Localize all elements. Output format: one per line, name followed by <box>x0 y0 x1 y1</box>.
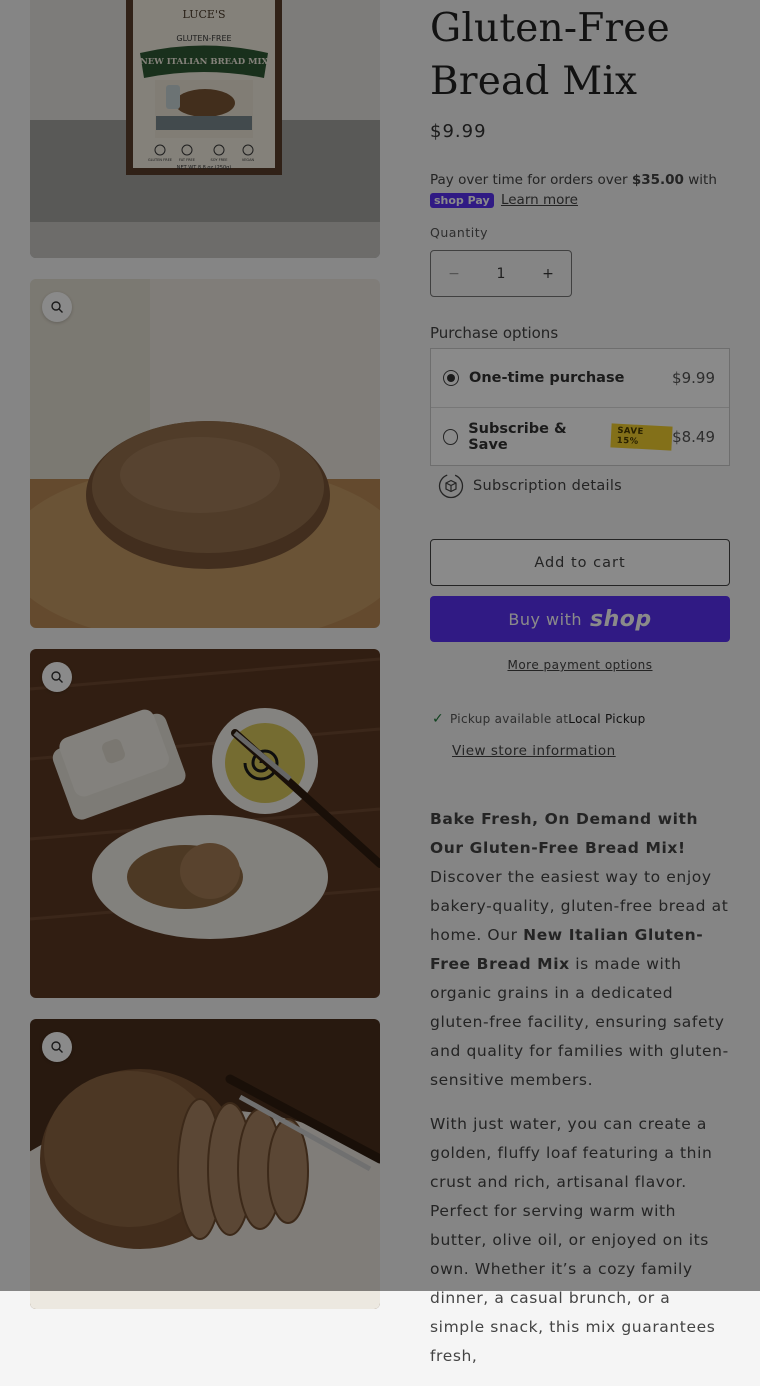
product-image-sliced[interactable] <box>30 1019 380 1309</box>
option-name: Subscribe & Save <box>468 421 567 453</box>
learn-more-link[interactable]: Learn more <box>501 192 578 208</box>
purchase-options: One-time purchase $9.99 Subscribe & Save… <box>430 348 730 466</box>
buy-with-label: Buy with <box>508 609 582 629</box>
package-brand: LUCE'S <box>183 8 226 21</box>
package-label-1: GLUTEN FREE <box>148 158 172 162</box>
zoom-icon[interactable] <box>42 662 72 692</box>
product-image-loaf[interactable] <box>30 279 380 628</box>
quantity-stepper: − 1 + <box>430 250 572 297</box>
radio-unselected-icon[interactable] <box>443 429 459 445</box>
pickup-text: Pickup available at <box>450 712 569 726</box>
pickup-location: Local Pickup <box>568 712 646 726</box>
package-label-2: FAT FREE <box>179 158 195 162</box>
loaf-photo <box>30 279 380 628</box>
box-refresh-icon <box>438 473 464 499</box>
more-payment-options-link[interactable]: More payment options <box>430 658 730 672</box>
purchase-option-one-time[interactable]: One-time purchase $9.99 <box>431 349 729 408</box>
purchase-options-label: Purchase options <box>430 324 559 342</box>
sliced-photo <box>30 1019 380 1309</box>
option-name: One-time purchase <box>469 370 625 386</box>
product-image-package[interactable]: LUCE'S GLUTEN-FREE NEW ITALIAN BREAD MIX… <box>30 0 380 258</box>
add-to-cart-button[interactable]: Add to cart <box>430 539 730 586</box>
option-price: $8.49 <box>672 428 716 446</box>
subscription-details-link[interactable]: Subscription details <box>438 473 622 499</box>
table-photo <box>30 649 380 998</box>
product-price: $9.99 <box>430 121 487 142</box>
pickup-availability: ✓ Pickup available at Local Pickup <box>432 711 646 727</box>
zoom-icon[interactable] <box>42 292 72 322</box>
package-net-wt: NET WT 8.8 oz (250g) <box>177 165 232 171</box>
product-description: Bake Fresh, On Demand with Our Gluten-Fr… <box>430 805 730 1386</box>
check-icon: ✓ <box>432 711 445 727</box>
option-price: $9.99 <box>672 369 715 387</box>
buy-with-shop-button[interactable]: Buy with shop <box>430 596 730 642</box>
save-badge: SAVE 15% <box>610 423 673 451</box>
package-label-3: SOY FREE <box>211 158 228 162</box>
description-heading: Bake Fresh, On Demand with Our Gluten-Fr… <box>430 810 699 857</box>
quantity-label: Quantity <box>430 225 489 240</box>
product-title: Gluten-Free Bread Mix <box>430 6 670 104</box>
zoom-icon[interactable] <box>42 1032 72 1062</box>
description-paragraph-2: With just water, you can create a golden… <box>430 1115 716 1365</box>
shop-logo: shop <box>590 606 652 632</box>
description-text: is made with organic grains in a dedicat… <box>430 955 729 1089</box>
package-name: NEW ITALIAN BREAD MIX <box>140 57 268 67</box>
radio-selected-icon[interactable] <box>443 370 459 386</box>
purchase-option-subscribe[interactable]: Subscribe & Save SAVE 15% $8.49 <box>431 408 729 466</box>
quantity-increase-button[interactable]: + <box>525 266 571 282</box>
installments-banner: Pay over time for orders over $35.00 wit… <box>430 170 730 210</box>
installments-threshold: $35.00 <box>631 172 684 188</box>
product-image-table[interactable] <box>30 649 380 998</box>
description-paragraph-1: Bake Fresh, On Demand with Our Gluten-Fr… <box>430 805 730 1095</box>
quantity-decrease-button[interactable]: − <box>431 266 477 282</box>
package-tag: GLUTEN-FREE <box>176 34 231 43</box>
installments-text: Pay over time for orders over <box>430 172 632 188</box>
shoppay-logo: shop Pay <box>430 192 494 208</box>
package-photo: LUCE'S GLUTEN-FREE NEW ITALIAN BREAD MIX… <box>30 0 380 258</box>
quantity-input[interactable]: 1 <box>478 266 524 282</box>
subscription-details-label: Subscription details <box>473 478 623 494</box>
view-store-info-link[interactable]: View store information <box>452 743 616 759</box>
package-label-4: VEGAN <box>242 158 255 162</box>
installments-text-after: with <box>683 172 717 188</box>
